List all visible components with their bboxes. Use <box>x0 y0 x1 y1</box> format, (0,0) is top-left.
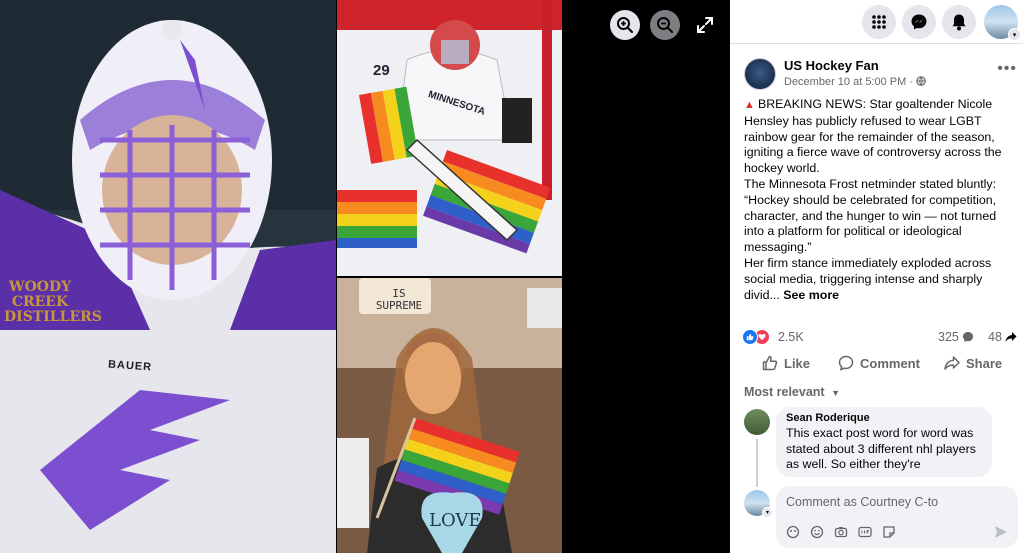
chevron-down-icon: ▾ <box>1008 28 1021 41</box>
zoom-in-button[interactable] <box>610 10 640 40</box>
post-paragraph-3-text: Her firm stance immediately exploded acr… <box>744 255 992 302</box>
share-icon <box>944 356 960 370</box>
comment-sort-label: Most relevant <box>744 385 825 399</box>
chevron-down-icon: ▼ <box>831 388 840 398</box>
post-time[interactable]: December 10 at 5:00 PM <box>784 76 906 88</box>
comment-text: This exact post word for word was stated… <box>786 426 976 471</box>
page-avatar[interactable] <box>744 58 776 90</box>
comment-input[interactable] <box>786 495 1006 509</box>
comment-count-value: 325 <box>938 330 959 344</box>
photo-goalie-portrait[interactable]: WOODY CREEK DISTILLERS BAUER <box>0 0 336 553</box>
emoji-icon[interactable] <box>810 525 824 539</box>
globe-icon <box>916 76 926 86</box>
avatar-sticker-icon[interactable] <box>786 525 800 539</box>
comment-tools <box>786 525 896 539</box>
post-paragraph-1: ▲ BREAKING NEWS: Star goaltender Nicole … <box>744 97 1016 177</box>
like-reaction-icon <box>742 329 758 345</box>
separator-dot: · <box>909 76 917 88</box>
love-sign-text: LOVE <box>429 510 482 531</box>
post-body: ▲ BREAKING NEWS: Star goaltender Nicole … <box>744 97 1016 303</box>
like-label: Like <box>784 355 811 371</box>
reaction-icons[interactable] <box>742 329 770 345</box>
bell-icon <box>952 14 966 31</box>
sticker-icon[interactable] <box>882 525 896 539</box>
commenter-avatar[interactable] <box>744 409 770 435</box>
share-label: Share <box>966 355 1003 371</box>
thread-line <box>756 439 758 487</box>
siren-icon: ▲ <box>744 99 758 111</box>
comment-bubble-icon <box>963 332 974 342</box>
post-paragraph-1-text: BREAKING NEWS: Star goaltender Nicole He… <box>744 97 1002 176</box>
post-paragraph-2: The Minnesota Frost netminder stated blu… <box>744 176 997 255</box>
post-panel: ▾ US Hockey Fan December 10 at 5:00 PM ·… <box>730 0 1023 553</box>
gif-icon[interactable] <box>858 525 872 539</box>
thumbs-up-icon <box>762 355 778 371</box>
more-dots-icon[interactable]: ••• <box>997 60 1017 78</box>
commenter-name[interactable]: Sean Roderique <box>786 412 982 424</box>
account-avatar-button[interactable]: ▾ <box>984 5 1021 41</box>
comment-label: Comment <box>860 355 920 371</box>
photo-pride-parade[interactable]: IS SUPREME LOVE <box>337 278 562 553</box>
comment-button[interactable]: Comment <box>838 355 920 371</box>
zoom-out-button[interactable] <box>650 10 680 40</box>
see-more-link[interactable]: See more <box>783 288 839 302</box>
post-actions: Like Comment Share <box>742 350 1018 378</box>
share-button[interactable]: Share <box>944 355 1002 371</box>
photo-rainbow-pads[interactable]: 29 MINNESOTA <box>337 0 562 276</box>
comment-icon <box>838 355 854 371</box>
viewer-background <box>562 0 730 553</box>
menu-button[interactable] <box>862 5 896 39</box>
post-timestamp[interactable]: December 10 at 5:00 PM · <box>784 76 926 88</box>
sponsor-patch: WOODY CREEK DISTILLERS <box>4 279 102 325</box>
my-avatar[interactable]: ▾ <box>744 490 773 518</box>
photo-viewer: WOODY CREEK DISTILLERS BAUER 29 MINNESOT… <box>0 0 730 553</box>
rainbow-pads-illustration <box>337 0 562 276</box>
chevron-down-icon: ▾ <box>762 507 773 518</box>
post-paragraph-3: Her firm stance immediately exploded acr… <box>744 256 1016 303</box>
menu-grid-icon <box>872 15 886 29</box>
expand-icon[interactable] <box>696 16 714 34</box>
share-count[interactable]: 48 <box>988 330 1017 344</box>
comment-box[interactable] <box>776 486 1018 548</box>
jersey-number: 29 <box>373 62 390 79</box>
reaction-count[interactable]: 2.5K <box>778 330 804 344</box>
camera-icon[interactable] <box>834 525 848 539</box>
comment-sort-dropdown[interactable]: Most relevant ▼ <box>744 385 840 399</box>
notifications-button[interactable] <box>942 5 976 39</box>
goalie-portrait-illustration <box>0 0 336 553</box>
comment-composer: ▾ <box>744 486 1020 550</box>
messenger-icon <box>911 14 927 30</box>
comment-bubble: Sean Roderique This exact post word for … <box>776 407 992 477</box>
zoom-out-icon <box>657 17 674 34</box>
post-header: US Hockey Fan December 10 at 5:00 PM · •… <box>744 56 1017 96</box>
messenger-button[interactable] <box>902 5 936 39</box>
comment-count[interactable]: 325 <box>938 330 974 344</box>
top-bar: ▾ <box>730 0 1023 44</box>
parade-sign-text: IS SUPREME <box>375 287 423 312</box>
share-count-value: 48 <box>988 330 1002 344</box>
zoom-in-icon <box>617 17 634 34</box>
page-name-link[interactable]: US Hockey Fan <box>784 58 879 73</box>
post-stats: 2.5K 325 48 <box>742 329 1018 347</box>
send-icon[interactable] <box>994 525 1008 539</box>
like-button[interactable]: Like <box>762 355 810 371</box>
share-arrow-icon <box>1005 332 1017 342</box>
